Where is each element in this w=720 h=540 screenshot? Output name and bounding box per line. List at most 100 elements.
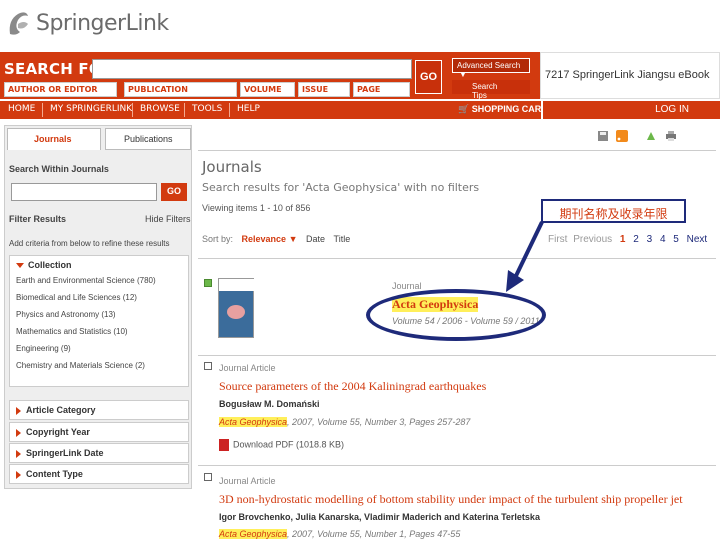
divider [198,355,716,356]
collection-item[interactable]: Mathematics and Statistics (10) [10,325,188,342]
page-title: Journals [202,158,262,176]
facet-article-category[interactable]: Article Category [9,400,189,420]
facet-content-type[interactable]: Content Type [9,464,189,484]
journal-link[interactable]: Acta Geophysica [219,417,288,427]
result-title-link[interactable]: Source parameters of the 2004 Kaliningra… [219,379,486,394]
chevron-right-icon [16,470,21,479]
sort-title[interactable]: Title [334,234,351,244]
annotation-callout: 期刊名称及收录年限 [541,199,686,223]
search-input[interactable] [92,59,412,79]
collection-item[interactable]: Chemistry and Materials Science (2) [10,359,188,376]
pdf-icon [219,439,229,451]
sort-bar: Sort by: Relevance ▼ Date Title [202,234,350,244]
journal-link[interactable]: Acta Geophysica [219,529,288,539]
facet-springerlink-date[interactable]: SpringerLink Date [9,443,189,463]
sidebar: Journals Publications Search Within Jour… [4,125,192,489]
facet-label: SpringerLink Date [26,448,104,458]
sort-direction-icon[interactable]: ▼ [289,234,298,244]
nav-divider [42,103,43,117]
tab-publications[interactable]: Publications [105,128,191,150]
nav-help[interactable]: HELP [237,104,260,114]
result-authors[interactable]: Igor Brovchenko, Julia Kanarska, Vladimi… [219,512,540,522]
divider [198,465,716,466]
advanced-search-button[interactable]: Advanced Search ▼ [452,58,530,79]
collection-item[interactable]: Engineering (9) [10,342,188,359]
result-title-link[interactable]: 3D non-hydrostatic modelling of bottom s… [219,492,683,507]
tab-journals[interactable]: Journals [7,128,101,150]
journal-cover-image[interactable] [218,278,255,338]
nav-divider [184,103,185,117]
pager-next[interactable]: Next [687,234,708,245]
author-editor-field[interactable]: AUTHOR OR EDITOR [4,82,117,97]
rss-icon[interactable] [616,130,628,142]
search-tips-button[interactable]: Search Tips [452,80,530,100]
nav-my-springerlink[interactable]: MY SPRINGERLINK [50,104,132,114]
share-icon[interactable] [645,130,657,142]
result-checkbox[interactable] [204,279,212,287]
pager-page[interactable]: 1 [620,234,626,245]
shopping-cart-label: SHOPPING CART [471,104,547,114]
facet-copyright-year[interactable]: Copyright Year [9,422,189,442]
search-go-button[interactable]: GO [415,60,442,94]
download-pdf-label: Download PDF (1018.8 KB) [233,439,345,450]
chevron-right-icon [16,449,21,458]
collection-header[interactable]: Collection [10,256,188,274]
save-icon[interactable] [597,130,609,142]
divider [198,150,716,151]
chevron-down-icon [16,263,24,269]
collection-item[interactable]: Earth and Environmental Science (780) [10,274,188,291]
login-button[interactable]: LOG IN [541,101,697,119]
nav-divider [132,103,133,117]
print-icon[interactable] [665,130,677,142]
search-within-go-button[interactable]: GO [161,183,187,201]
collection-item[interactable]: Biomedical and Life Sciences (12) [10,291,188,308]
download-pdf-link[interactable]: Download PDF (1018.8 KB) [219,439,344,451]
nav-home[interactable]: HOME [8,104,35,114]
result-checkbox[interactable] [204,362,212,370]
pager-page[interactable]: 3 [647,234,653,245]
result-type: Journal [392,281,422,291]
cart-icon: 🛒 [458,104,470,114]
viewing-count: Viewing items 1 - 10 of 856 [202,203,311,213]
pager-first[interactable]: First [548,234,567,245]
pager-page[interactable]: 4 [660,234,666,245]
pager-previous[interactable]: Previous [573,234,612,245]
citation-text: , 2007, Volume 55, Number 1, Pages 47-55 [287,529,461,539]
issue-field[interactable]: ISSUE [298,82,350,97]
nav-divider [229,103,230,117]
collection-item[interactable]: Physics and Astronomy (13) [10,308,188,325]
result-authors[interactable]: Bogusław M. Domański [219,399,320,409]
search-within-input[interactable] [11,183,157,201]
page-field[interactable]: PAGE [353,82,410,97]
sort-relevance[interactable]: Relevance [242,234,287,244]
result-citation: Acta Geophysica, 2007, Volume 55, Number… [219,417,470,427]
shopping-cart-link[interactable]: 🛒 SHOPPING CART [458,104,547,115]
sort-by-label: Sort by: [202,234,234,244]
springerlink-logo-text[interactable]: SpringerLink [36,11,169,36]
result-checkbox[interactable] [204,473,212,481]
publication-field[interactable]: PUBLICATION [124,82,237,97]
result-type: Journal Article [219,363,276,373]
volume-field[interactable]: VOLUME [240,82,295,97]
sort-date[interactable]: Date [306,234,325,244]
pager-page[interactable]: 5 [673,234,679,245]
pager-page[interactable]: 2 [633,234,639,245]
facet-label: Content Type [26,469,83,479]
chevron-right-icon [16,406,21,415]
pagination: First Previous 1 2 3 4 5 Next [548,234,707,245]
filter-results-heading: Filter Results [9,214,67,224]
result-type: Journal Article [219,476,276,486]
add-criteria-text: Add criteria from below to refine these … [9,239,170,248]
nav-tools[interactable]: TOOLS [192,104,222,114]
advanced-search-label: Advanced Search [457,61,521,70]
chevron-down-icon: ▼ [459,70,467,79]
facet-label: Article Category [26,405,96,415]
hide-filters-link[interactable]: Hide Filters [145,214,191,224]
citation-text: , 2007, Volume 55, Number 3, Pages 257-2… [287,417,471,427]
annotation-arrow-icon [506,221,544,292]
facet-label: Copyright Year [26,427,90,437]
springer-logo-icon [9,12,28,35]
nav-browse[interactable]: BROWSE [140,104,180,114]
search-within-heading: Search Within Journals [9,164,109,174]
collection-filter: Collection Earth and Environmental Scien… [9,255,189,387]
